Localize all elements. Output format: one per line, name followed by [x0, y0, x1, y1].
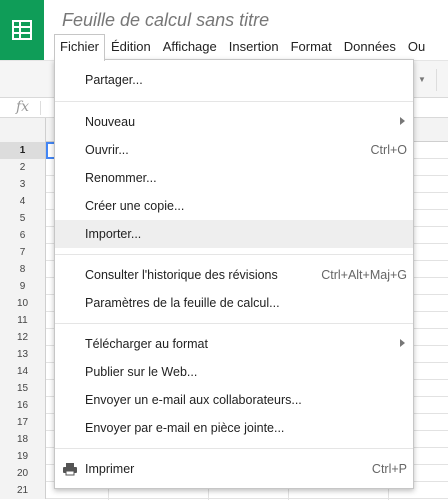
row-number[interactable]: 19	[0, 448, 46, 465]
menu-insertion[interactable]: Insertion	[223, 34, 285, 60]
menu-item-settings[interactable]: Paramètres de la feuille de calcul...	[55, 289, 413, 317]
menu-item-label: Télécharger au format	[85, 337, 208, 351]
menu-item-label: Renommer...	[85, 171, 157, 185]
menu-edition[interactable]: Édition	[105, 34, 157, 60]
row-number[interactable]: 15	[0, 380, 46, 397]
menu-outils[interactable]: Ou	[402, 34, 431, 60]
menu-item-shortcut: Ctrl+Alt+Maj+G	[321, 268, 407, 282]
row-number[interactable]: 2	[0, 159, 46, 176]
row-number[interactable]: 6	[0, 227, 46, 244]
menu-separator	[55, 101, 413, 102]
menu-item-label: Consulter l'historique des révisions	[85, 268, 278, 282]
row-number[interactable]: 10	[0, 295, 46, 312]
row-number[interactable]: 9	[0, 278, 46, 295]
menu-item-rename[interactable]: Renommer...	[55, 164, 413, 192]
row-number[interactable]: 14	[0, 363, 46, 380]
row-number[interactable]: 20	[0, 465, 46, 482]
menu-item-print[interactable]: Imprimer Ctrl+P	[55, 455, 413, 483]
menu-item-label: Importer...	[85, 227, 142, 241]
menu-item-download[interactable]: Télécharger au format	[55, 330, 413, 358]
menu-item-shortcut: Ctrl+P	[371, 462, 407, 476]
menu-item-share[interactable]: Partager...	[55, 66, 413, 94]
menu-item-email-collaborators[interactable]: Envoyer un e-mail aux collaborateurs...	[55, 386, 413, 414]
menu-item-label: Publier sur le Web...	[85, 365, 198, 379]
row-number[interactable]: 3	[0, 176, 46, 193]
row-number[interactable]: 17	[0, 414, 46, 431]
menu-item-import[interactable]: Importer...	[55, 220, 413, 248]
row-number[interactable]: 5	[0, 210, 46, 227]
menu-item-publish[interactable]: Publier sur le Web...	[55, 358, 413, 386]
row-number[interactable]: 7	[0, 244, 46, 261]
row-number[interactable]: 18	[0, 431, 46, 448]
menu-separator	[55, 254, 413, 255]
menu-affichage[interactable]: Affichage	[157, 34, 223, 60]
menu-separator	[55, 448, 413, 449]
menu-item-shortcut: Ctrl+O	[370, 143, 407, 157]
menu-item-copy[interactable]: Créer une copie...	[55, 192, 413, 220]
row-number[interactable]: 12	[0, 329, 46, 346]
menu-donnees[interactable]: Données	[338, 34, 402, 60]
menu-item-label: Nouveau	[85, 115, 136, 129]
menu-item-label: Partager...	[85, 73, 143, 87]
menu-item-open[interactable]: Ouvrir... Ctrl+O	[55, 136, 413, 164]
menu-item-label: Envoyer un e-mail aux collaborateurs...	[85, 393, 302, 407]
menu-format[interactable]: Format	[285, 34, 338, 60]
menu-item-email-attachment[interactable]: Envoyer par e-mail en pièce jointe...	[55, 414, 413, 442]
menu-item-new[interactable]: Nouveau	[55, 108, 413, 136]
file-menu-dropdown: Partager... Nouveau Ouvrir... Ctrl+O Ren…	[54, 59, 414, 489]
sheets-icon	[12, 20, 32, 40]
toolbar-dropdown-icon[interactable]: ▼	[418, 75, 426, 84]
printer-icon	[63, 463, 77, 476]
menu-item-label: Envoyer par e-mail en pièce jointe...	[85, 421, 285, 435]
function-icon: fx	[16, 99, 30, 115]
menu-item-label: Imprimer	[85, 462, 135, 476]
row-number[interactable]: 1	[0, 142, 46, 159]
row-number[interactable]: 11	[0, 312, 46, 329]
select-all-corner[interactable]	[0, 118, 46, 142]
submenu-arrow-icon	[400, 117, 405, 125]
sheets-app-icon[interactable]	[0, 0, 44, 60]
row-number[interactable]: 8	[0, 261, 46, 278]
menu-item-label: Ouvrir...	[85, 143, 129, 157]
toolbar-divider	[436, 69, 437, 91]
menu-fichier[interactable]: Fichier	[54, 34, 106, 61]
menu-item-revision-history[interactable]: Consulter l'historique des révisions Ctr…	[55, 261, 413, 289]
row-number[interactable]: 21	[0, 482, 46, 499]
menu-item-label: Paramètres de la feuille de calcul...	[85, 296, 280, 310]
menubar: Fichier Édition Affichage Insertion Form…	[54, 34, 431, 61]
menu-item-label: Créer une copie...	[85, 199, 185, 213]
formula-divider	[40, 101, 41, 115]
document-title[interactable]: Feuille de calcul sans titre	[62, 10, 269, 31]
submenu-arrow-icon	[400, 339, 405, 347]
row-number[interactable]: 13	[0, 346, 46, 363]
row-number[interactable]: 4	[0, 193, 46, 210]
menu-separator	[55, 323, 413, 324]
row-number[interactable]: 16	[0, 397, 46, 414]
